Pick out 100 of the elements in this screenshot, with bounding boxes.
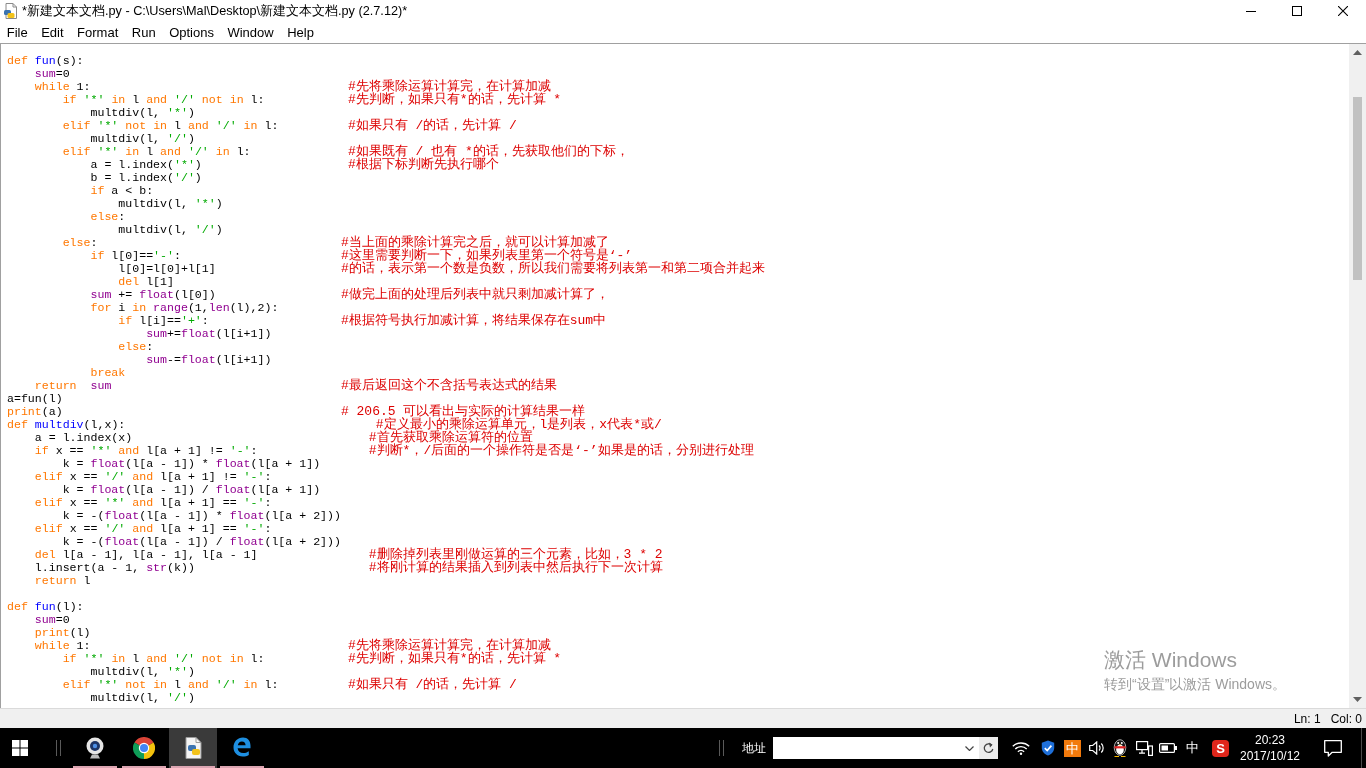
code-line: elif '*' not in l and '/' in l: bbox=[62, 678, 279, 691]
toolbar-grip-icon[interactable] bbox=[56, 740, 61, 756]
code-comment: #先将乘除运算计算完，在计算加减 bbox=[347, 80, 551, 93]
down-arrow-icon bbox=[1353, 697, 1362, 702]
code-comment: #最后返回这个不含括号表达式的结果 bbox=[340, 379, 557, 392]
code-line: k = float(l[a - 1]) * float(l[a + 1]) bbox=[62, 457, 321, 470]
code-line: def multdiv(l,x): bbox=[7, 418, 126, 431]
windows-logo-icon bbox=[12, 740, 28, 756]
code-comment: #做完上面的处理后列表中就只剩加减计算了， bbox=[340, 288, 609, 301]
address-label: 地址 bbox=[742, 740, 766, 757]
code-line: if l[0]=='-': bbox=[90, 249, 181, 262]
code-line: return sum bbox=[34, 379, 112, 392]
speaker-icon bbox=[1088, 741, 1105, 755]
code-line: del l[1] bbox=[118, 275, 174, 288]
code-comment: #判断*，/后面的一个操作符是否是‘-’如果是的话，分别进行处理 bbox=[368, 444, 754, 457]
code-comment: #定义最小的乘除运算单元，l是列表，x代表*或/ bbox=[375, 418, 662, 431]
tray-logo-tile[interactable]: S bbox=[1212, 739, 1229, 757]
code-line: multdiv(l, '/') bbox=[90, 691, 195, 704]
code-line: print(a) bbox=[7, 405, 63, 418]
penguin-icon bbox=[1113, 739, 1127, 757]
code-comment: #删除掉列表里刚做运算的三个元素，比如，3 * 2 bbox=[368, 548, 663, 561]
code-line: if '*' in l and '/' not in l: bbox=[62, 652, 265, 665]
code-line: while 1: bbox=[34, 80, 91, 93]
code-line: multdiv(l, '*') bbox=[90, 106, 195, 119]
code-line: if '*' in l and '/' not in l: bbox=[62, 93, 265, 106]
code-comment: #先判断，如果只有*的话，先计算 * bbox=[347, 652, 562, 665]
refresh-button[interactable] bbox=[979, 737, 998, 759]
edge-logo-icon bbox=[232, 737, 252, 757]
code-line: else: bbox=[90, 210, 126, 223]
code-line: multdiv(l, '/') bbox=[90, 132, 195, 145]
code-line: if x == '*' and l[a + 1] != '-': bbox=[34, 444, 258, 457]
code-comment: #当上面的乘除计算完之后，就可以计算加减了 bbox=[340, 236, 609, 249]
network-icon bbox=[1135, 740, 1153, 756]
code-line: break bbox=[90, 366, 126, 379]
code-line: sum-=float(l[i+1]) bbox=[146, 353, 272, 366]
code-line: print(l) bbox=[34, 626, 91, 639]
code-comment: #如果只有 /的话，先计算 / bbox=[347, 678, 517, 691]
code-comment: #根据符号执行加减计算，将结果保存在sum中 bbox=[340, 314, 607, 327]
code-line: def fun(s): bbox=[7, 54, 84, 67]
code-line: multdiv(l, '*') bbox=[90, 665, 195, 678]
code-line: def fun(l): bbox=[7, 600, 84, 613]
column-number-status: Col: 0 bbox=[1330, 710, 1362, 728]
wifi-icon bbox=[1012, 741, 1030, 755]
code-line: sum=0 bbox=[34, 67, 70, 80]
code-line: elif '*' in l and '/' in l: bbox=[62, 145, 251, 158]
code-line: multdiv(l, '*') bbox=[118, 197, 223, 210]
code-comment: #首先获取乘除运算符的位置 bbox=[368, 431, 533, 444]
code-line: if a < b: bbox=[90, 184, 154, 197]
activation-title: 激活 Windows bbox=[1104, 648, 1238, 672]
code-line: b = l.index('/') bbox=[90, 171, 202, 184]
code-comment: #根据下标判断先执行哪个 bbox=[347, 158, 499, 171]
code-line: if l[i]=='+': bbox=[118, 314, 209, 327]
code-line: a = l.index('*') bbox=[90, 158, 202, 171]
code-line: sum+=float(l[i+1]) bbox=[146, 327, 272, 340]
code-line: elif x == '*' and l[a + 1] == '-': bbox=[34, 496, 272, 509]
code-line: sum += float(l[0]) bbox=[90, 288, 216, 301]
maximize-icon bbox=[1292, 6, 1302, 16]
code-line: elif '*' not in l and '/' in l: bbox=[62, 119, 279, 132]
python-file-icon bbox=[183, 737, 203, 759]
code-line: elif x == '/' and l[a + 1] == '-': bbox=[34, 522, 272, 535]
code-line: for i in range(1,len(l),2): bbox=[90, 301, 279, 314]
code-comment: # 206.5 可以看出与实际的计算结果一样 bbox=[340, 405, 586, 418]
dropdown-caret-icon bbox=[965, 745, 974, 751]
code-line: sum=0 bbox=[34, 613, 70, 626]
code-comment: #的话，表示第一个数是负数，所以我们需要将列表第一和第二项合并起来 bbox=[340, 262, 765, 275]
scrollbar-thumb[interactable] bbox=[1353, 97, 1362, 280]
code-line: a=fun(l) bbox=[7, 392, 63, 405]
window-title: *新建文本文档.py - C:\Users\Mal\Desktop\新建文本文档.py (2.7.12)* bbox=[22, 3, 408, 20]
code-line: else: bbox=[118, 340, 154, 353]
line-number-status: Ln: 1 bbox=[1293, 710, 1321, 728]
code-line: del l[a - 1], l[a - 1], l[a - 1] bbox=[34, 548, 258, 561]
vertical-scrollbar[interactable] bbox=[1349, 44, 1366, 708]
code-comment: #先将乘除运算计算完，在计算加减 bbox=[347, 639, 551, 652]
chrome-logo-icon bbox=[133, 737, 155, 759]
code-line: k = -(float(l[a - 1]) / float(l[a + 2])) bbox=[62, 535, 341, 548]
code-comment: #先判断，如果只有*的话，先计算 * bbox=[347, 93, 562, 106]
code-line: a = l.index(x) bbox=[34, 431, 133, 444]
code-comment: #将刚计算的结果插入到列表中然后执行下一次计算 bbox=[368, 561, 663, 574]
code-line: k = -(float(l[a - 1]) * float(l[a + 2])) bbox=[62, 509, 341, 522]
code-line: l[0]=l[0]+l[1] bbox=[118, 262, 216, 275]
code-comment: #这里需要判断一下，如果列表里第一个符号是‘-’ bbox=[340, 249, 633, 262]
code-line: elif x == '/' and l[a + 1] != '-': bbox=[34, 470, 272, 483]
refresh-icon bbox=[983, 742, 994, 754]
toolbar-grip-icon[interactable] bbox=[719, 740, 724, 756]
speech-bubble-icon bbox=[1324, 739, 1342, 757]
python-file-icon bbox=[3, 3, 19, 19]
code-line: k = float(l[a - 1]) / float(l[a + 1]) bbox=[62, 483, 321, 496]
up-arrow-icon bbox=[1353, 50, 1362, 55]
activation-message: 转到“设置”以激活 Windows。 bbox=[1104, 675, 1286, 693]
webcam-icon bbox=[85, 737, 105, 759]
minimize-icon bbox=[1246, 10, 1256, 12]
shield-icon bbox=[1041, 740, 1055, 756]
close-icon bbox=[1338, 6, 1348, 16]
address-field[interactable] bbox=[773, 737, 979, 759]
code-line: multdiv(l, '/') bbox=[118, 223, 223, 236]
battery-icon bbox=[1159, 743, 1177, 753]
code-line: while 1: bbox=[34, 639, 91, 652]
code-comment: #如果只有 /的话，先计算 / bbox=[347, 119, 517, 132]
taskbar-app-button[interactable] bbox=[169, 728, 217, 768]
code-line: l.insert(a - 1, str(k)) bbox=[34, 561, 195, 574]
